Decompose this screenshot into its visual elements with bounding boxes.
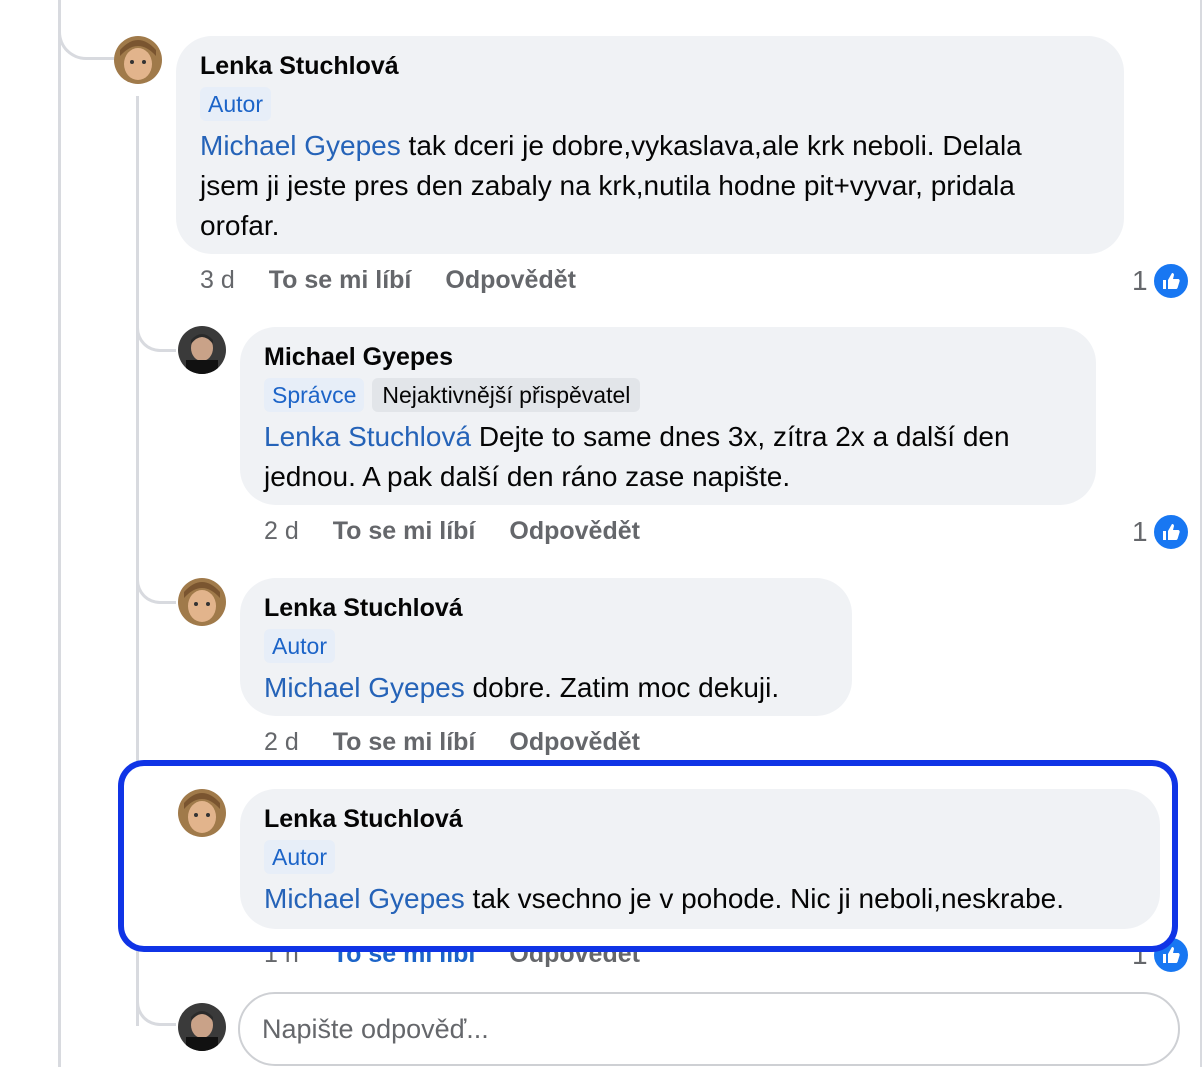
avatar[interactable] bbox=[178, 578, 226, 626]
comment-time[interactable]: 2 d bbox=[264, 517, 299, 546]
avatar[interactable] bbox=[114, 36, 162, 84]
author-badge: Autor bbox=[200, 87, 271, 121]
comment-time[interactable]: 2 d bbox=[264, 728, 299, 757]
reply-button[interactable]: Odpovědět bbox=[445, 266, 576, 295]
comment-actions: 2 d To se mi líbí Odpovědět bbox=[264, 517, 640, 546]
comment-author[interactable]: Lenka Stuchlová bbox=[200, 50, 1100, 82]
comment-author[interactable]: Lenka Stuchlová bbox=[264, 592, 828, 624]
comment-author[interactable]: Michael Gyepes bbox=[264, 341, 1072, 373]
comment-actions: 3 d To se mi líbí Odpovědět bbox=[200, 266, 576, 295]
author-badge: Autor bbox=[264, 629, 335, 663]
thumbs-up-icon bbox=[1151, 262, 1190, 300]
thread-connector-1 bbox=[136, 300, 176, 352]
reply-button[interactable]: Odpovědět bbox=[509, 728, 640, 757]
highlight-frame bbox=[118, 760, 1178, 952]
comment-bubble: Lenka Stuchlová Autor Michael Gyepes tak… bbox=[176, 36, 1124, 254]
comment-text: Lenka Stuchlová Dejte to same dnes 3x, z… bbox=[264, 421, 1010, 492]
thread-connector-top bbox=[58, 0, 114, 60]
like-button[interactable]: To se mi líbí bbox=[333, 517, 476, 546]
thread-connector-4 bbox=[136, 974, 176, 1026]
reaction-count[interactable]: 1 bbox=[1132, 262, 1190, 300]
like-button[interactable]: To se mi líbí bbox=[269, 266, 412, 295]
mention-link[interactable]: Michael Gyepes bbox=[200, 130, 401, 161]
avatar[interactable] bbox=[178, 326, 226, 374]
reply-button[interactable]: Odpovědět bbox=[509, 517, 640, 546]
comment-actions: 2 d To se mi líbí Odpovědět bbox=[264, 728, 640, 757]
top-contributor-badge: Nejaktivnější přispěvatel bbox=[372, 378, 641, 412]
comment-bubble: Lenka Stuchlová Autor Michael Gyepes dob… bbox=[240, 578, 852, 716]
like-button[interactable]: To se mi líbí bbox=[333, 728, 476, 757]
thumbs-up-icon bbox=[1151, 513, 1190, 551]
comment-text: Michael Gyepes dobre. Zatim moc dekuji. bbox=[264, 672, 780, 703]
thread-connector-2 bbox=[136, 552, 176, 604]
thread-line-outer bbox=[58, 0, 61, 1067]
reply-input[interactable]: Napište odpověď... bbox=[238, 992, 1180, 1066]
mention-link[interactable]: Lenka Stuchlová bbox=[264, 421, 471, 452]
comment-time[interactable]: 3 d bbox=[200, 266, 235, 295]
mention-link[interactable]: Michael Gyepes bbox=[264, 672, 465, 703]
comment-text: Michael Gyepes tak dceri je dobre,vykasl… bbox=[200, 130, 1022, 241]
thread-line-right bbox=[1200, 0, 1202, 1067]
admin-badge: Správce bbox=[264, 378, 365, 412]
reply-placeholder: Napište odpověď... bbox=[262, 1013, 489, 1044]
avatar bbox=[178, 1003, 226, 1051]
reaction-count[interactable]: 1 bbox=[1132, 513, 1190, 551]
comment-bubble: Michael Gyepes Správce Nejaktivnější při… bbox=[240, 327, 1096, 505]
